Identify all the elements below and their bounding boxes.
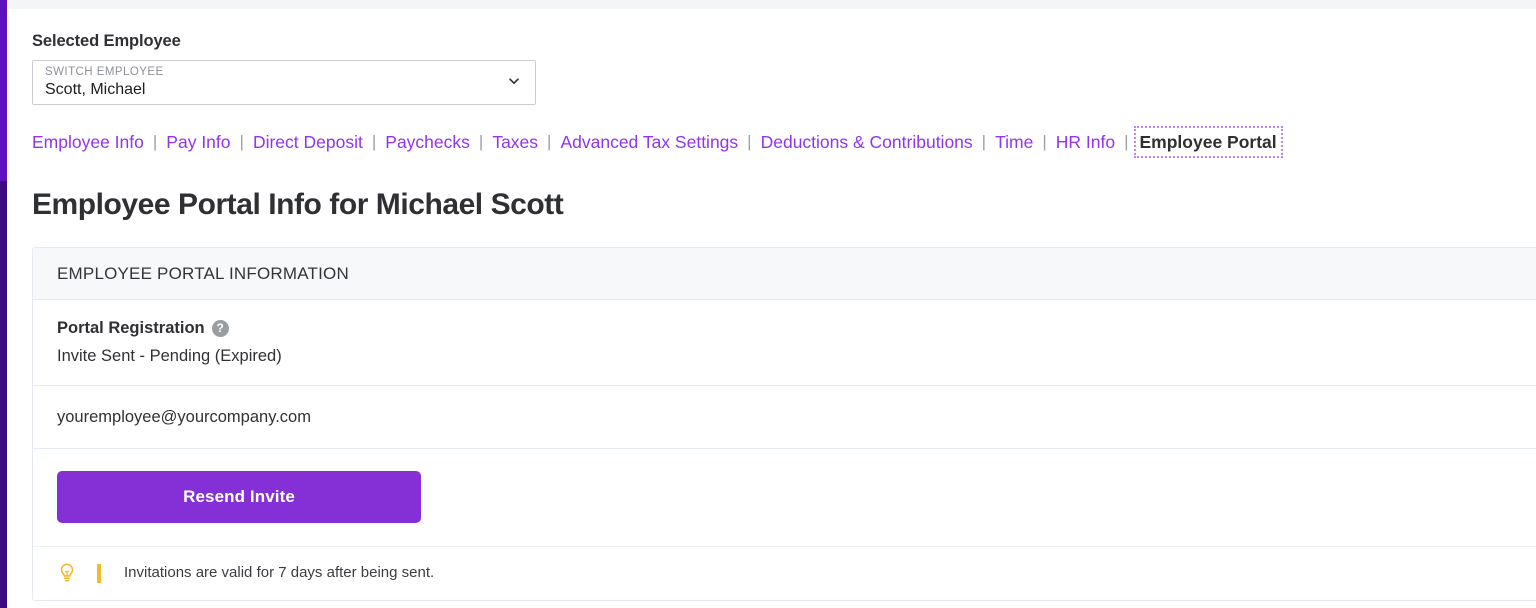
switch-employee-value: Scott, Michael (45, 80, 523, 100)
tab-time[interactable]: Time (995, 130, 1033, 154)
employee-tab-bar: Employee Info | Pay Info | Direct Deposit | Pa… (32, 130, 1536, 154)
switch-employee-select[interactable]: SWITCH EMPLOYEE Scott, Michael (32, 60, 536, 105)
selected-employee-label: Selected Employee (32, 31, 1536, 51)
page-title: Employee Portal Info for Michael Scott (32, 187, 1536, 223)
chevron-down-icon[interactable] (507, 74, 521, 88)
rail-segment-top (0, 0, 7, 181)
tab-pay-info[interactable]: Pay Info (166, 130, 230, 154)
invitation-tip-row: Invitations are valid for 7 days after b… (33, 547, 1536, 600)
tab-employee-portal[interactable]: Employee Portal (1138, 130, 1279, 154)
tab-separator: | (240, 130, 244, 154)
tab-separator: | (982, 130, 986, 154)
resend-invite-row: Resend Invite (33, 449, 1536, 547)
app-root: Selected Employee SWITCH EMPLOYEE Scott,… (0, 0, 1536, 608)
employee-portal-card: EMPLOYEE PORTAL INFORMATION Portal Regis… (32, 247, 1536, 601)
tab-separator: | (372, 130, 376, 154)
tab-hr-info[interactable]: HR Info (1056, 130, 1115, 154)
help-circle-icon[interactable]: ? (212, 320, 229, 337)
portal-registration-row: Portal Registration ? Invite Sent - Pend… (33, 300, 1536, 386)
tab-separator: | (547, 130, 551, 154)
tab-paychecks[interactable]: Paychecks (385, 130, 470, 154)
tab-separator: | (1124, 130, 1128, 154)
tab-separator: | (1042, 130, 1046, 154)
page-container: Selected Employee SWITCH EMPLOYEE Scott,… (7, 9, 1536, 608)
tab-direct-deposit[interactable]: Direct Deposit (253, 130, 363, 154)
portal-registration-label-group: Portal Registration ? (57, 318, 1536, 339)
switch-employee-caption: SWITCH EMPLOYEE (45, 66, 523, 79)
portal-email-value: youremployee@yourcompany.com (33, 386, 1536, 449)
resend-invite-button[interactable]: Resend Invite (57, 471, 421, 523)
tab-deductions-contributions[interactable]: Deductions & Contributions (761, 130, 973, 154)
page-content: Selected Employee SWITCH EMPLOYEE Scott,… (7, 9, 1536, 601)
lightbulb-icon (57, 562, 77, 584)
left-purple-rail (0, 0, 7, 608)
tab-separator: | (153, 130, 157, 154)
card-header-title: EMPLOYEE PORTAL INFORMATION (33, 248, 1536, 300)
top-grey-strip (7, 0, 1536, 9)
tab-taxes[interactable]: Taxes (492, 130, 538, 154)
portal-registration-status: Invite Sent - Pending (Expired) (57, 345, 1536, 367)
invitation-tip-text: Invitations are valid for 7 days after b… (124, 563, 434, 583)
portal-registration-label: Portal Registration (57, 318, 205, 339)
tab-advanced-tax-settings[interactable]: Advanced Tax Settings (560, 130, 738, 154)
tab-separator: | (479, 130, 483, 154)
tab-separator: | (747, 130, 751, 154)
tip-accent-bar (97, 564, 101, 583)
selected-employee-section: Selected Employee SWITCH EMPLOYEE Scott,… (32, 31, 1536, 105)
rail-segment-bottom (0, 181, 7, 608)
tab-employee-info[interactable]: Employee Info (32, 130, 144, 154)
